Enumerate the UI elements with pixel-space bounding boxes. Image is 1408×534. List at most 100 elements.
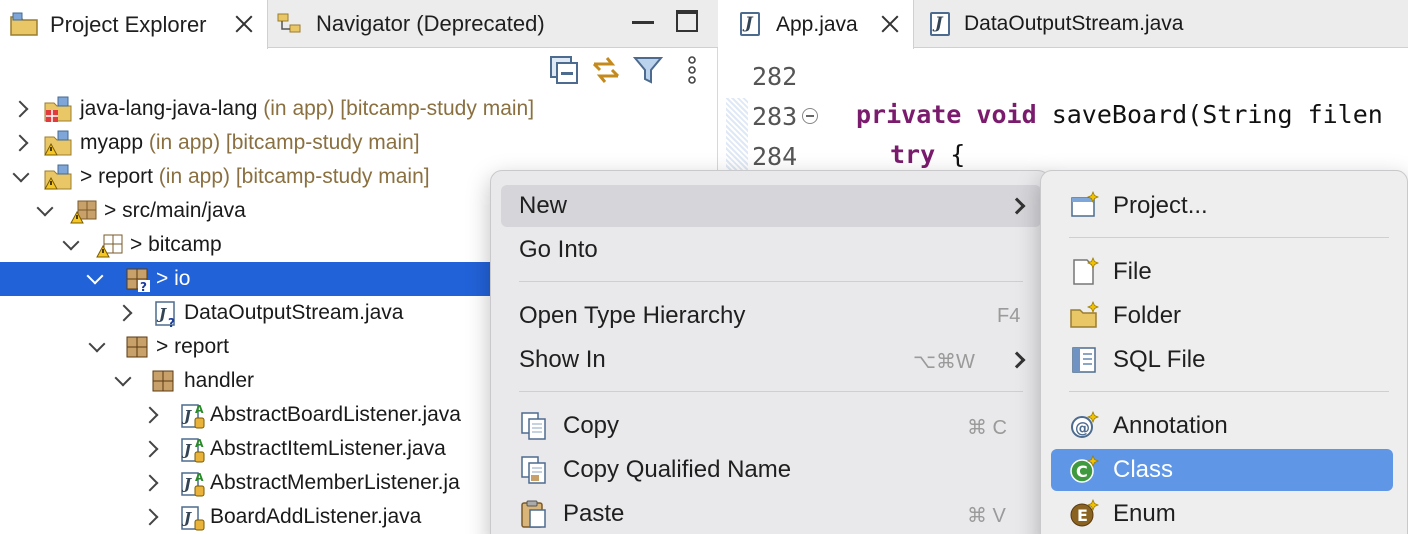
editor-tab-bar: J App.java J DataOutputStream.java: [718, 0, 1408, 49]
menu-item-enum[interactable]: E Enum: [1051, 493, 1401, 534]
menu-item-sql-file[interactable]: SQL File: [1051, 339, 1401, 381]
project-icon: [44, 164, 72, 190]
menu-item-shortcut: ⌥⌘W: [913, 351, 975, 373]
menu-item-label: Paste: [563, 500, 625, 527]
menu-item-annotation[interactable]: @ Annotation: [1051, 405, 1401, 447]
sql-file-icon: [1072, 347, 1096, 373]
chevron-down-icon[interactable]: [64, 238, 78, 252]
menu-item-copy-qualified-name[interactable]: Copy Qualified Name: [501, 449, 1041, 491]
tree-item-label: AbstractBoardListener.java: [210, 403, 461, 426]
svg-text:@: @: [1075, 419, 1090, 437]
line-number: 282: [752, 62, 798, 91]
chevron-right-icon[interactable]: [144, 510, 158, 524]
package-icon: ?: [126, 268, 150, 294]
menu-item-copy[interactable]: Copy ⌘ C: [501, 405, 1041, 447]
menu-item-folder[interactable]: Folder: [1051, 295, 1401, 337]
svg-text:?: ?: [168, 316, 175, 328]
menu-item-file[interactable]: File: [1051, 251, 1401, 293]
menu-item-open-type-hierarchy[interactable]: Open Type Hierarchy F4: [501, 295, 1041, 337]
tab-project-explorer[interactable]: Project Explorer: [0, 0, 268, 49]
tab-dataoutputstream-java[interactable]: J DataOutputStream.java: [918, 0, 1238, 48]
tree-item-decoration: (in app) [bitcamp-study main]: [257, 97, 535, 120]
chevron-right-icon[interactable]: [144, 408, 158, 422]
menu-item-label: SQL File: [1113, 346, 1206, 373]
svg-text:A: A: [195, 403, 204, 416]
change-ruler: [726, 98, 748, 178]
menu-item-label: Go Into: [519, 236, 598, 263]
close-icon[interactable]: [878, 12, 902, 36]
filter-icon[interactable]: [632, 54, 664, 86]
chevron-right-icon[interactable]: [118, 306, 132, 320]
left-tab-bar: Project Explorer Navigator (Deprecated): [0, 0, 718, 49]
tree-item-label: > report: [156, 335, 229, 358]
code-line[interactable]: try {: [890, 140, 965, 169]
chevron-right-icon[interactable]: [14, 102, 28, 116]
tree-item-label: AbstractMemberListener.ja: [210, 471, 460, 494]
menu-item-label: Annotation: [1113, 412, 1228, 439]
menu-item-label: Project...: [1113, 192, 1208, 219]
tree-item[interactable]: java-lang-java-lang (in app) [bitcamp-st…: [0, 92, 718, 126]
tree-item-label: BoardAddListener.java: [210, 505, 422, 528]
tree-item-label: > report: [80, 165, 153, 188]
tab-label: DataOutputStream.java: [964, 12, 1184, 35]
package-icon: [96, 234, 123, 258]
tree-item-label: > io: [156, 267, 191, 290]
chevron-down-icon[interactable]: [14, 170, 28, 184]
menu-item-show-in[interactable]: Show In ⌥⌘W: [501, 339, 1041, 381]
chevron-down-icon[interactable]: [90, 340, 104, 354]
view-menu-icon[interactable]: [682, 54, 702, 86]
svg-text:?: ?: [140, 280, 147, 294]
menu-item-label: Enum: [1113, 500, 1176, 527]
tab-navigator[interactable]: Navigator (Deprecated): [272, 0, 572, 48]
tree-item-label: > src/main/java: [104, 199, 246, 222]
maximize-icon[interactable]: [676, 10, 698, 32]
paste-icon: [521, 500, 546, 528]
close-icon[interactable]: [232, 12, 256, 36]
chevron-right-icon[interactable]: [144, 442, 158, 456]
code-line[interactable]: private void saveBoard(String filen: [856, 100, 1383, 129]
menu-item-label: Copy Qualified Name: [563, 456, 792, 483]
new-class-icon: C: [1070, 455, 1099, 483]
menu-item-go-into[interactable]: Go Into: [501, 229, 1041, 271]
navigator-icon: [277, 13, 301, 33]
link-with-editor-icon[interactable]: [590, 54, 622, 86]
java-file-icon: J ?: [155, 301, 175, 328]
menu-item-shortcut: F4: [997, 305, 1021, 327]
chevron-down-icon[interactable]: [116, 374, 130, 388]
menu-item-paste[interactable]: Paste ⌘ V: [501, 493, 1041, 534]
chevron-right-icon[interactable]: [14, 136, 28, 150]
menu-item-label: Copy: [563, 412, 620, 439]
new-project-icon: [1071, 191, 1099, 217]
package-icon: [126, 336, 148, 358]
chevron-down-icon[interactable]: [38, 204, 52, 218]
chevron-right-icon[interactable]: [144, 476, 158, 490]
line-number: 284: [752, 142, 798, 171]
java-abstract-file-icon: J A: [181, 437, 205, 463]
java-file-icon: J: [740, 12, 760, 36]
chevron-right-icon: [1008, 351, 1026, 369]
chevron-down-icon[interactable]: [88, 272, 102, 286]
chevron-right-icon: [1008, 197, 1026, 215]
menu-item-label: Folder: [1113, 302, 1182, 329]
minimize-icon[interactable]: [632, 10, 654, 24]
menu-separator: [1069, 391, 1389, 392]
menu-item-new[interactable]: New: [501, 185, 1041, 227]
fold-collapse-icon[interactable]: [802, 108, 818, 124]
java-abstract-file-icon: J A: [181, 471, 205, 497]
package-icon: [152, 370, 174, 392]
new-enum-icon: E: [1070, 499, 1099, 527]
tree-item[interactable]: myapp (in app) [bitcamp-study main]: [0, 126, 718, 160]
copy-icon: [521, 412, 546, 440]
project-icon: [44, 130, 72, 156]
code-text: saveBoard(String filen: [1051, 100, 1383, 129]
menu-item-project[interactable]: Project...: [1051, 185, 1401, 227]
project-explorer-icon: [10, 12, 38, 36]
new-annotation-icon: @: [1071, 411, 1099, 438]
collapse-all-icon[interactable]: [548, 54, 580, 86]
keyword: try: [890, 140, 936, 169]
menu-item-class[interactable]: C Class: [1051, 449, 1393, 491]
svg-text:E: E: [1077, 506, 1088, 525]
menu-item-shortcut: ⌘ V: [967, 505, 1006, 527]
menu-item-label: New: [519, 192, 568, 219]
tab-app-java[interactable]: J App.java: [718, 0, 914, 49]
